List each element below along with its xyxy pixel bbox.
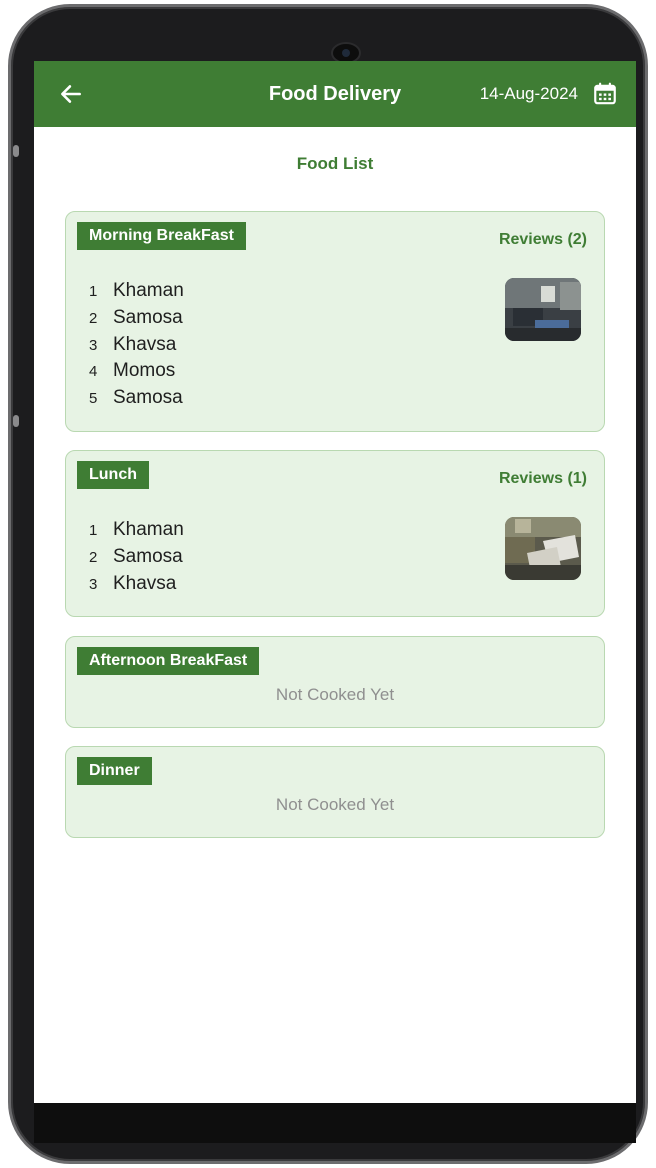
item-name: Khavsa <box>113 333 177 355</box>
food-list: 1 Khaman 2 Samosa 3 Khavsa <box>89 517 184 597</box>
item-name: Samosa <box>113 545 183 567</box>
item-number: 5 <box>89 390 98 408</box>
reviews-link[interactable]: Reviews (2) <box>499 231 587 249</box>
item-number: 3 <box>89 575 98 593</box>
list-item: 3 Khavsa <box>89 332 184 359</box>
food-list-heading: Food List <box>296 154 374 173</box>
list-item: 2 Samosa <box>89 305 184 332</box>
power-button <box>13 415 19 427</box>
calendar-icon[interactable] <box>592 81 618 107</box>
food-list: 1 Khaman 2 Samosa 3 Khavsa 4 Momos 5 Samosa <box>89 278 184 412</box>
reviews-link[interactable]: Reviews (1) <box>499 470 587 488</box>
list-item: 1 Khaman <box>89 517 184 544</box>
meal-card-afternoon-breakfast: Afternoon BreakFast Not Cooked Yet <box>65 636 605 728</box>
item-number: 1 <box>89 522 98 539</box>
status-text: Not Cooked Yet <box>275 795 395 814</box>
bottom-bezel <box>34 1103 636 1143</box>
item-number: 1 <box>89 283 98 300</box>
meal-card-lunch: Lunch Reviews (1) 1 Khaman 2 Samosa 3 Khavs… <box>65 450 605 617</box>
item-name: Khaman <box>113 280 184 301</box>
list-item: 1 Khaman <box>89 278 184 305</box>
food-photo-thumbnail[interactable] <box>505 278 581 341</box>
meal-label: Morning BreakFast <box>77 222 246 250</box>
selected-date: 14-Aug-2024 <box>479 84 578 103</box>
meal-label: Dinner <box>77 757 152 785</box>
item-name: Khaman <box>113 519 184 540</box>
meal-label: Lunch <box>77 461 149 489</box>
meal-label: Afternoon BreakFast <box>77 647 260 675</box>
list-item: 5 Samosa <box>89 385 184 412</box>
item-name: Khavsa <box>113 572 177 594</box>
food-photo-thumbnail[interactable] <box>505 517 581 580</box>
item-name: Samosa <box>113 306 183 328</box>
app-screen: Food Delivery 14-Aug-2024 Food List Morn… <box>34 61 636 1103</box>
meal-card-dinner: Dinner Not Cooked Yet <box>65 746 605 838</box>
status-text: Not Cooked Yet <box>275 685 395 704</box>
item-name: Samosa <box>113 387 183 409</box>
volume-button <box>13 145 19 157</box>
item-number: 4 <box>89 363 98 381</box>
meal-card-morning-breakfast: Morning BreakFast Reviews (2) 1 Khaman 2S… <box>65 211 605 432</box>
item-number: 2 <box>89 548 98 566</box>
item-number: 2 <box>89 309 98 327</box>
list-item: 2 Samosa <box>89 544 184 571</box>
list-item: 3 Khavsa <box>89 571 184 598</box>
app-bar: Food Delivery 14-Aug-2024 <box>34 61 636 127</box>
item-number: 3 <box>89 336 98 354</box>
list-item: 4 Momos <box>89 358 184 385</box>
item-name: Momos <box>113 360 176 382</box>
